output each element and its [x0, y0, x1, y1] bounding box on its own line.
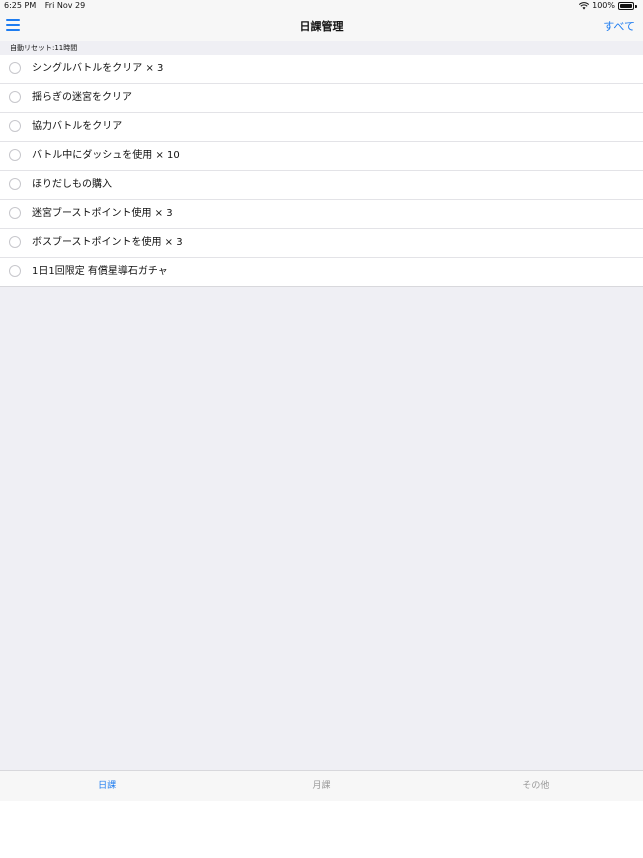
task-row[interactable]: 迷宮ブーストポイント使用 × 3 — [0, 200, 643, 229]
check-circle-icon[interactable] — [9, 120, 21, 132]
tab-bar: 日課 月課 その他 — [0, 770, 643, 801]
check-circle-icon[interactable] — [9, 265, 21, 277]
task-row[interactable]: ボスブーストポイントを使用 × 3 — [0, 229, 643, 258]
auto-reset-label: 自動リセット:11時間 — [10, 44, 78, 52]
task-row[interactable]: 1日1回限定 有償星導石ガチャ — [0, 258, 643, 286]
task-label: ボスブーストポイントを使用 × 3 — [32, 237, 183, 248]
check-circle-icon[interactable] — [9, 62, 21, 74]
task-label: ほりだしもの購入 — [32, 179, 112, 190]
task-row[interactable]: シングルバトルをクリア × 3 — [0, 55, 643, 84]
task-label: 協力バトルをクリア — [32, 121, 123, 132]
wifi-icon — [579, 2, 590, 10]
status-time: 6:25 PM — [4, 1, 37, 10]
task-label: バトル中にダッシュを使用 × 10 — [32, 150, 180, 161]
check-circle-icon[interactable] — [9, 178, 21, 190]
navigation-bar: 日課管理 すべて — [0, 12, 643, 42]
status-bar: 6:25 PM Fri Nov 29 100% — [0, 0, 643, 12]
tab-other[interactable]: その他 — [429, 771, 643, 801]
task-label: 揺らぎの迷宮をクリア — [32, 92, 132, 103]
status-date: Fri Nov 29 — [44, 1, 86, 10]
status-left: 6:25 PM Fri Nov 29 — [4, 0, 91, 12]
section-header: 自動リセット:11時間 — [0, 41, 643, 55]
task-row[interactable]: 協力バトルをクリア — [0, 113, 643, 142]
battery-tip — [635, 4, 637, 8]
battery-percent: 100% — [592, 1, 615, 10]
task-row[interactable]: 揺らぎの迷宮をクリア — [0, 84, 643, 113]
task-label: シングルバトルをクリア × 3 — [32, 63, 164, 74]
check-circle-icon[interactable] — [9, 236, 21, 248]
tab-monthly[interactable]: 月課 — [214, 771, 428, 801]
task-list: シングルバトルをクリア × 3 揺らぎの迷宮をクリア 協力バトルをクリア バトル… — [0, 55, 643, 287]
show-all-button[interactable]: すべて — [603, 12, 635, 41]
battery-icon — [618, 2, 634, 10]
check-circle-icon[interactable] — [9, 149, 21, 161]
status-right: 100% — [579, 0, 637, 12]
task-label: 1日1回限定 有償星導石ガチャ — [32, 266, 168, 277]
task-label: 迷宮ブーストポイント使用 × 3 — [32, 208, 173, 219]
task-row[interactable]: ほりだしもの購入 — [0, 171, 643, 200]
check-circle-icon[interactable] — [9, 91, 21, 103]
tab-daily[interactable]: 日課 — [0, 771, 214, 801]
page-title: 日課管理 — [299, 20, 344, 33]
app-screen: 6:25 PM Fri Nov 29 100% 日課管理 すべて 自動リセット:… — [0, 0, 643, 801]
check-circle-icon[interactable] — [9, 207, 21, 219]
task-row[interactable]: バトル中にダッシュを使用 × 10 — [0, 142, 643, 171]
